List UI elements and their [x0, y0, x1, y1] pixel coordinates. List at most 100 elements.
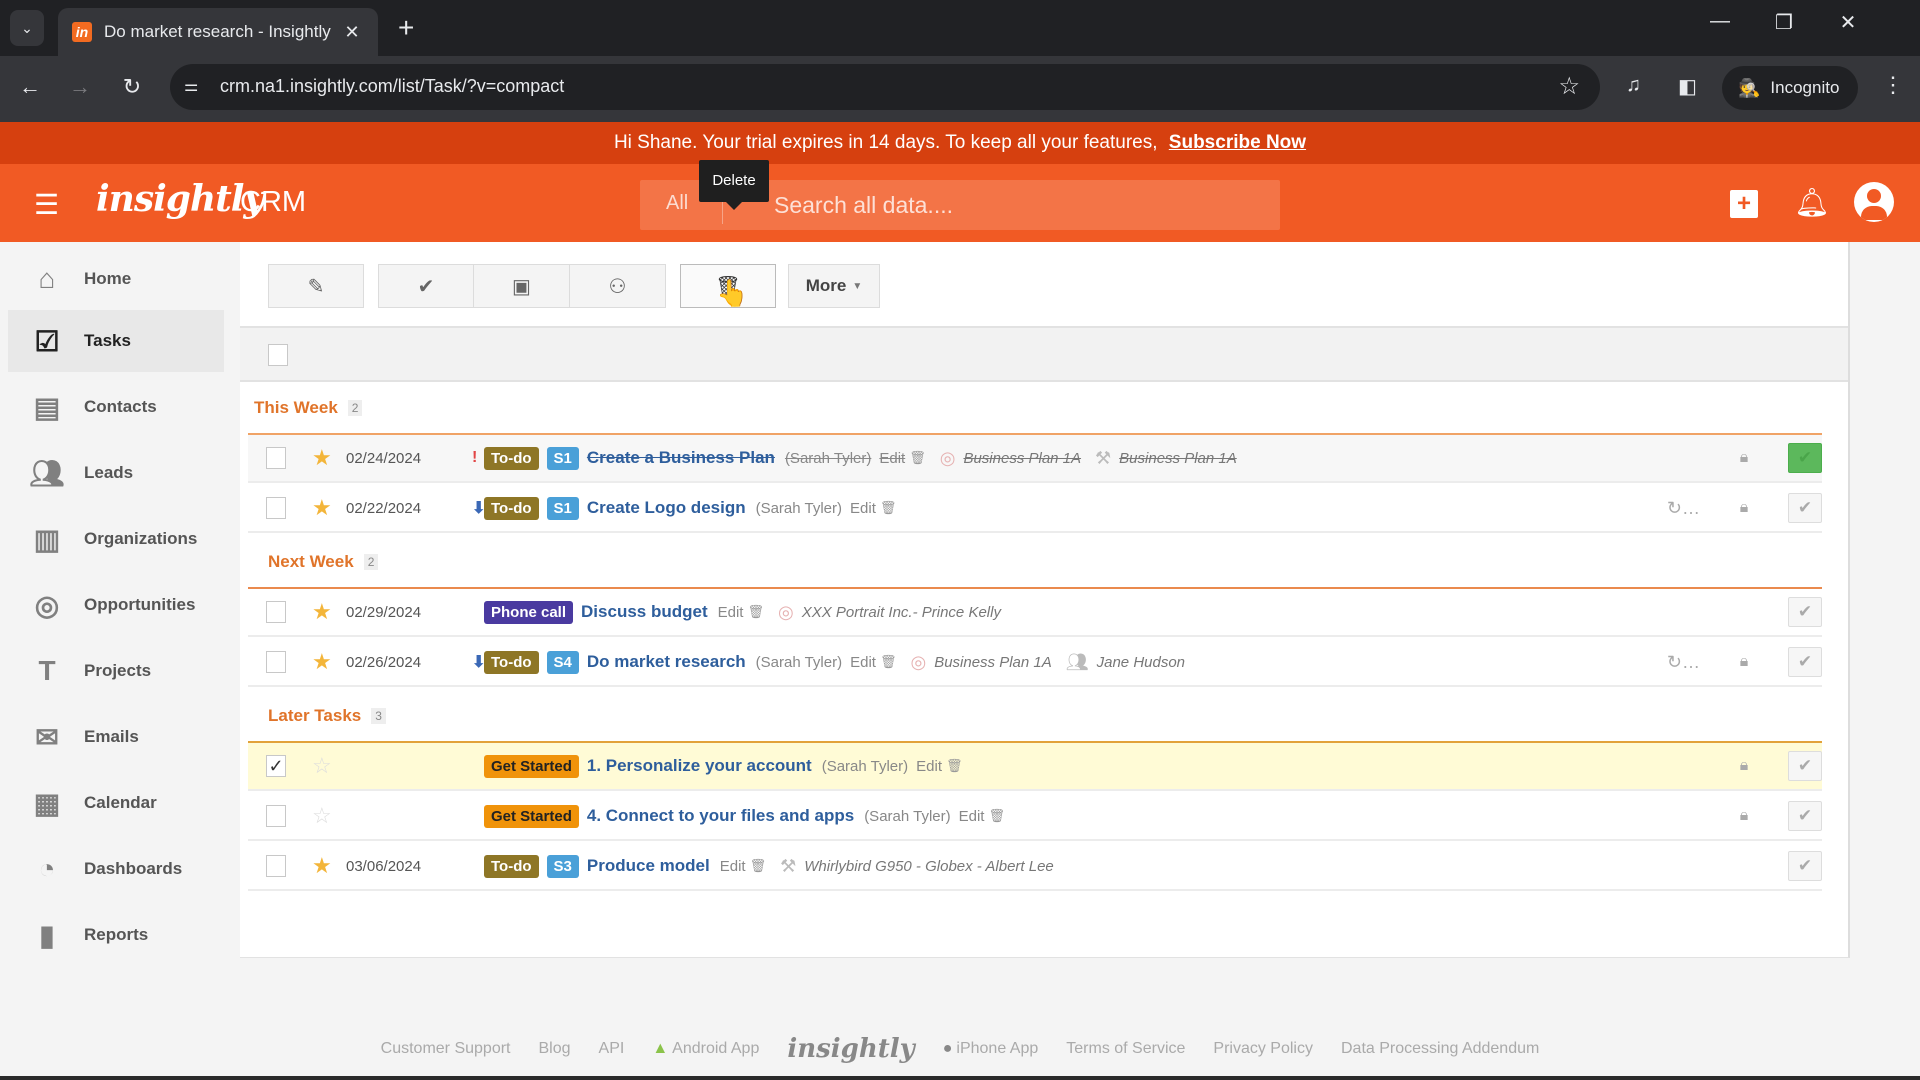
tab-search-button[interactable]: ⌄ [10, 10, 44, 46]
footer-link-dpa[interactable]: Data Processing Addendum [1341, 1040, 1539, 1058]
row-checkbox-checked[interactable]: ✓ [266, 755, 286, 777]
task-row[interactable]: ★ 02/29/2024 Phone call Discuss budget E… [248, 589, 1822, 637]
related-project[interactable]: Whirlybird G950 - Globex - Albert Lee [804, 858, 1054, 875]
edit-link[interactable]: Edit [718, 604, 744, 621]
sidebar-item-calendar[interactable]: ▦ Calendar [8, 772, 224, 834]
footer-link-customer-support[interactable]: Customer Support [381, 1040, 511, 1058]
forward-icon[interactable]: → [64, 74, 96, 100]
task-title-link[interactable]: Discuss budget [581, 602, 708, 622]
star-outline-icon[interactable]: ☆ [312, 753, 336, 779]
sidebar-item-home[interactable]: ⌂ Home [8, 248, 224, 310]
mark-complete-button[interactable]: ✔ [378, 264, 474, 308]
trash-icon[interactable]: 🗑︎ [880, 654, 897, 670]
sidebar-item-emails[interactable]: ✉ Emails [8, 706, 224, 768]
minimize-icon[interactable]: — [1700, 10, 1740, 33]
task-title-link[interactable]: Create Logo design [587, 498, 746, 518]
edit-link[interactable]: Edit [720, 858, 746, 875]
task-row[interactable]: ★ 02/24/2024 ! To-do S1 Create a Busines… [248, 435, 1822, 483]
sidebar-item-leads[interactable]: 👥︎ Leads [8, 442, 224, 504]
task-title-link[interactable]: Do market research [587, 652, 746, 672]
star-icon[interactable]: ★ [312, 649, 336, 675]
trash-icon[interactable]: 🗑︎ [747, 604, 764, 620]
restore-icon[interactable]: ❐ [1764, 10, 1804, 35]
notifications-bell-icon[interactable]: 🔔︎ [1794, 186, 1830, 219]
task-title-link[interactable]: 1. Personalize your account [587, 756, 812, 776]
related-project[interactable]: Business Plan 1A [1119, 450, 1237, 467]
more-dropdown-button[interactable]: More ▼ [788, 264, 880, 308]
related-opportunity[interactable]: Business Plan 1A [963, 450, 1081, 467]
user-avatar-icon[interactable] [1854, 182, 1894, 222]
sidebar-item-tasks[interactable]: ☑ Tasks [8, 310, 224, 372]
select-all-checkbox[interactable] [268, 344, 288, 366]
row-checkbox[interactable] [266, 447, 286, 469]
complete-toggle[interactable]: ✔ [1788, 647, 1822, 677]
reload-icon[interactable]: ↻ [116, 74, 148, 100]
footer-link-iphone-app[interactable]: ● iPhone App [943, 1040, 1039, 1058]
row-checkbox[interactable] [266, 805, 286, 827]
star-icon[interactable]: ★ [312, 495, 336, 521]
complete-toggle[interactable]: ✔ [1788, 851, 1822, 881]
task-title-link[interactable]: 4. Connect to your files and apps [587, 806, 854, 826]
back-icon[interactable]: ← [14, 74, 46, 100]
url-text[interactable]: crm.na1.insightly.com/list/Task/?v=compa… [220, 76, 564, 97]
footer-link-android-app[interactable]: ▲ Android App [652, 1040, 759, 1058]
trash-icon[interactable]: 🗑︎ [946, 758, 963, 774]
task-row[interactable]: ★ 03/06/2024 To-do S3 Produce model Edit… [248, 843, 1822, 891]
trash-icon[interactable]: 🗑︎ [988, 808, 1005, 824]
star-icon[interactable]: ★ [312, 599, 336, 625]
row-checkbox[interactable] [266, 855, 286, 877]
edit-link[interactable]: Edit [959, 808, 985, 825]
search-input[interactable] [774, 180, 1254, 230]
footer-link-api[interactable]: API [599, 1040, 625, 1058]
sidebar-item-contacts[interactable]: ▤ Contacts [8, 376, 224, 438]
task-row[interactable]: ☆ Get Started 4. Connect to your files a… [248, 793, 1822, 841]
edit-link[interactable]: Edit [916, 758, 942, 775]
complete-toggle[interactable]: ✔ [1788, 493, 1822, 523]
insightly-logo[interactable]: insightly [96, 178, 264, 220]
quick-add-icon[interactable]: + [1730, 190, 1758, 218]
task-row[interactable]: ★ 02/22/2024 ⬇ To-do S1 Create Logo desi… [248, 485, 1822, 533]
footer-link-blog[interactable]: Blog [539, 1040, 571, 1058]
footer-link-privacy[interactable]: Privacy Policy [1213, 1040, 1313, 1058]
complete-toggle[interactable]: ✔ [1788, 801, 1822, 831]
change-date-button[interactable]: ▣ [474, 264, 570, 308]
browser-menu-icon[interactable]: ⋮ [1882, 72, 1904, 98]
complete-toggle[interactable]: ✔ [1788, 443, 1822, 473]
sidebar-item-projects[interactable]: T Projects [8, 640, 224, 702]
trash-icon[interactable]: 🗑︎ [750, 858, 767, 874]
task-row[interactable]: ★ 02/26/2024 ⬇ To-do S4 Do market resear… [248, 639, 1822, 687]
star-icon[interactable]: ★ [312, 853, 336, 879]
incognito-indicator[interactable]: 🕵 Incognito [1722, 66, 1858, 110]
related-opportunity[interactable]: XXX Portrait Inc.- Prince Kelly [802, 604, 1001, 621]
edit-link[interactable]: Edit [879, 450, 905, 467]
sidebar-item-reports[interactable]: ▮ Reports [8, 904, 224, 966]
complete-toggle[interactable]: ✔ [1788, 597, 1822, 627]
bulk-edit-button[interactable]: ✎ [268, 264, 364, 308]
row-checkbox[interactable] [266, 497, 286, 519]
site-info-icon[interactable]: ⚌ [184, 76, 198, 96]
media-control-icon[interactable]: ♫ [1626, 74, 1641, 97]
side-panel-icon[interactable]: ◧ [1678, 74, 1697, 99]
footer-link-terms[interactable]: Terms of Service [1066, 1040, 1185, 1058]
sidebar-item-organizations[interactable]: ▥ Organizations [8, 508, 224, 570]
browser-tab[interactable]: in Do market research - Insightly ✕ [58, 8, 378, 56]
new-tab-button[interactable]: + [398, 12, 414, 44]
sidebar-item-opportunities[interactable]: ◎ Opportunities [8, 574, 224, 636]
star-outline-icon[interactable]: ☆ [312, 803, 336, 829]
trash-icon[interactable]: 🗑︎ [909, 450, 926, 466]
reassign-button[interactable]: ⚇ [570, 264, 666, 308]
task-title-link[interactable]: Produce model [587, 856, 710, 876]
related-opportunity[interactable]: Business Plan 1A [934, 654, 1052, 671]
row-checkbox[interactable] [266, 601, 286, 623]
edit-link[interactable]: Edit [850, 654, 876, 671]
star-icon[interactable]: ★ [312, 445, 336, 471]
search-scope-dropdown[interactable]: All [666, 192, 688, 215]
task-title-link[interactable]: Create a Business Plan [587, 448, 775, 468]
hamburger-menu-icon[interactable]: ☰ [34, 188, 59, 221]
edit-link[interactable]: Edit [850, 500, 876, 517]
address-bar[interactable]: ⚌ crm.na1.insightly.com/list/Task/?v=com… [170, 64, 1600, 110]
subscribe-now-link[interactable]: Subscribe Now [1169, 132, 1306, 153]
close-tab-icon[interactable]: ✕ [340, 22, 364, 43]
task-row[interactable]: ✓ ☆ Get Started 1. Personalize your acco… [248, 743, 1822, 791]
close-window-icon[interactable]: ✕ [1828, 10, 1868, 35]
